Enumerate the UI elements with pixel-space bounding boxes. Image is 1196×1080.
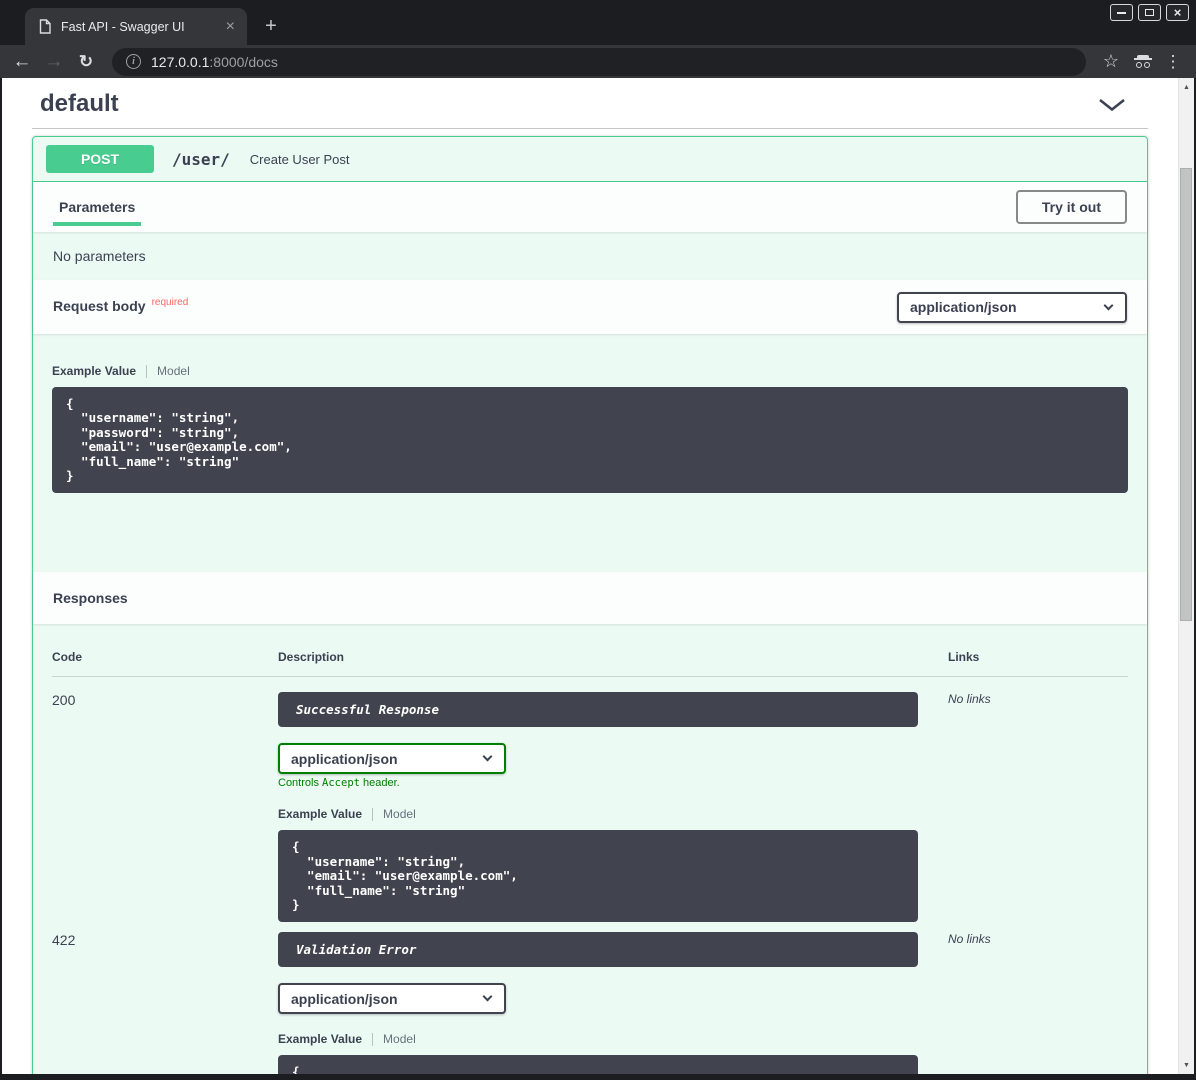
scrollbar-thumb[interactable] xyxy=(1180,168,1192,621)
back-button[interactable]: ← xyxy=(8,48,36,76)
select-chevron-icon xyxy=(483,752,493,762)
window-bottom-edge xyxy=(0,1074,1196,1080)
reload-button[interactable]: ↻ xyxy=(72,48,100,76)
request-body-header: Request body required application/json xyxy=(33,280,1147,334)
response-links: No links xyxy=(948,932,1128,946)
parameters-header: Parameters Try it out xyxy=(33,182,1147,232)
window-controls: × xyxy=(1110,4,1189,21)
tab-model[interactable]: Model xyxy=(147,364,190,378)
incognito-icon xyxy=(1130,55,1156,68)
tab-example-value[interactable]: Example Value xyxy=(278,1032,372,1046)
response-description-cell: Validation Error application/json Exampl… xyxy=(278,932,948,1074)
responses-header: Responses xyxy=(33,572,1147,624)
url-text: 127.0.0.1:8000/docs xyxy=(151,54,278,70)
tab-parameters[interactable]: Parameters xyxy=(53,199,141,215)
browser-menu-icon[interactable]: ⋮ xyxy=(1162,52,1184,72)
tab-title: Fast API - Swagger UI xyxy=(61,20,224,34)
accept-header-note: Controls Accept header. xyxy=(278,777,948,789)
incognito-eyes xyxy=(1136,62,1150,68)
tag-section-header[interactable]: default xyxy=(32,88,1148,129)
maximize-button[interactable] xyxy=(1138,4,1161,21)
swagger-page: default POST /user/ Create User Post Par… xyxy=(2,78,1178,1074)
response-row-422: 422 Validation Error application/json Ex… xyxy=(52,922,1128,1074)
response-example-code: { "detail": [ xyxy=(278,1055,918,1074)
response-code: 200 xyxy=(52,692,278,708)
page-scrollbar[interactable]: ▲ ▼ xyxy=(1178,78,1194,1074)
response-content-type-select[interactable]: application/json xyxy=(278,983,506,1014)
titlebar: Fast API - Swagger UI × + × xyxy=(0,0,1196,45)
bookmark-star-icon[interactable]: ☆ xyxy=(1098,51,1124,72)
try-it-out-button[interactable]: Try it out xyxy=(1016,190,1127,224)
incognito-hat xyxy=(1137,55,1149,60)
tab-model[interactable]: Model xyxy=(373,807,416,821)
browser-tab[interactable]: Fast API - Swagger UI × xyxy=(25,8,247,45)
tab-example-value[interactable]: Example Value xyxy=(278,807,372,821)
response-code: 422 xyxy=(52,932,278,948)
new-tab-button[interactable]: + xyxy=(258,13,284,39)
scrollbar-up-icon[interactable]: ▲ xyxy=(1179,80,1194,94)
close-icon: × xyxy=(1174,6,1182,19)
request-body-label-wrap: Request body required xyxy=(53,298,188,316)
minimize-button[interactable] xyxy=(1110,4,1133,21)
chevron-down-icon[interactable] xyxy=(1098,97,1126,112)
response-links: No links xyxy=(948,692,1128,706)
response-description: Successful Response xyxy=(278,692,918,727)
col-code: Code xyxy=(52,650,278,664)
close-button[interactable]: × xyxy=(1166,4,1189,21)
request-body-content-type-select[interactable]: application/json xyxy=(897,292,1127,323)
operation-path: /user/ xyxy=(172,150,230,169)
response-content-type-value: application/json xyxy=(291,751,398,767)
select-chevron-icon xyxy=(1104,300,1114,310)
minimize-icon xyxy=(1117,12,1126,14)
tab-example-value[interactable]: Example Value xyxy=(52,364,146,378)
col-links: Links xyxy=(948,650,1128,664)
response-row-200: 200 Successful Response application/json… xyxy=(52,677,1128,922)
tab-close-icon[interactable]: × xyxy=(224,19,237,35)
response-description-cell: Successful Response application/json Con… xyxy=(278,692,948,922)
response-content-type-value: application/json xyxy=(291,991,398,1007)
responses-table-header: Code Description Links xyxy=(52,650,1128,677)
accept-note-suffix: header. xyxy=(360,777,400,789)
responses-title: Responses xyxy=(53,590,128,606)
browser-toolbar: ← → ↻ i 127.0.0.1:8000/docs ☆ ⋮ xyxy=(0,45,1196,78)
opblock-summary[interactable]: POST /user/ Create User Post xyxy=(33,137,1147,182)
request-body-label: Request body xyxy=(53,298,146,314)
response-description: Validation Error xyxy=(278,932,918,967)
browser-window: Fast API - Swagger UI × + × ← → ↻ i 127.… xyxy=(0,0,1196,1080)
tab-model[interactable]: Model xyxy=(373,1032,416,1046)
address-bar[interactable]: i 127.0.0.1:8000/docs xyxy=(112,48,1086,76)
maximize-icon xyxy=(1145,9,1154,16)
method-badge: POST xyxy=(46,145,154,173)
response-content-type-select[interactable]: application/json xyxy=(278,743,506,774)
select-chevron-icon xyxy=(483,992,493,1002)
no-parameters-message: No parameters xyxy=(33,232,1147,280)
model-example-tabs: Example Value Model xyxy=(278,807,948,821)
accept-note-code: Accept xyxy=(322,777,360,789)
url-host: 127.0.0.1 xyxy=(151,54,209,70)
required-badge: required xyxy=(152,297,189,308)
response-example-code: { "username": "string", "email": "user@e… xyxy=(278,830,918,922)
site-info-icon[interactable]: i xyxy=(126,54,141,69)
url-path: :8000/docs xyxy=(209,54,278,70)
request-body-section: Example Value Model { "username": "strin… xyxy=(33,334,1147,572)
col-description: Description xyxy=(278,650,948,664)
operation-summary: Create User Post xyxy=(250,152,350,167)
tag-title: default xyxy=(40,90,119,118)
request-body-content-type-value: application/json xyxy=(910,299,1017,315)
page-icon xyxy=(39,19,51,34)
model-example-tabs: Example Value Model xyxy=(52,364,1128,378)
model-example-tabs: Example Value Model xyxy=(278,1032,948,1046)
page-content: default POST /user/ Create User Post Par… xyxy=(0,78,1196,1074)
responses-table: Code Description Links 200 Successful Re… xyxy=(33,624,1147,1074)
scrollbar-down-icon[interactable]: ▼ xyxy=(1179,1058,1194,1072)
toolbar-right: ☆ ⋮ xyxy=(1098,51,1184,72)
opblock-post-user: POST /user/ Create User Post Parameters … xyxy=(32,136,1148,1074)
forward-button[interactable]: → xyxy=(40,48,68,76)
request-body-example-code: { "username": "string", "password": "str… xyxy=(52,387,1128,493)
accept-note-prefix: Controls xyxy=(278,777,322,789)
